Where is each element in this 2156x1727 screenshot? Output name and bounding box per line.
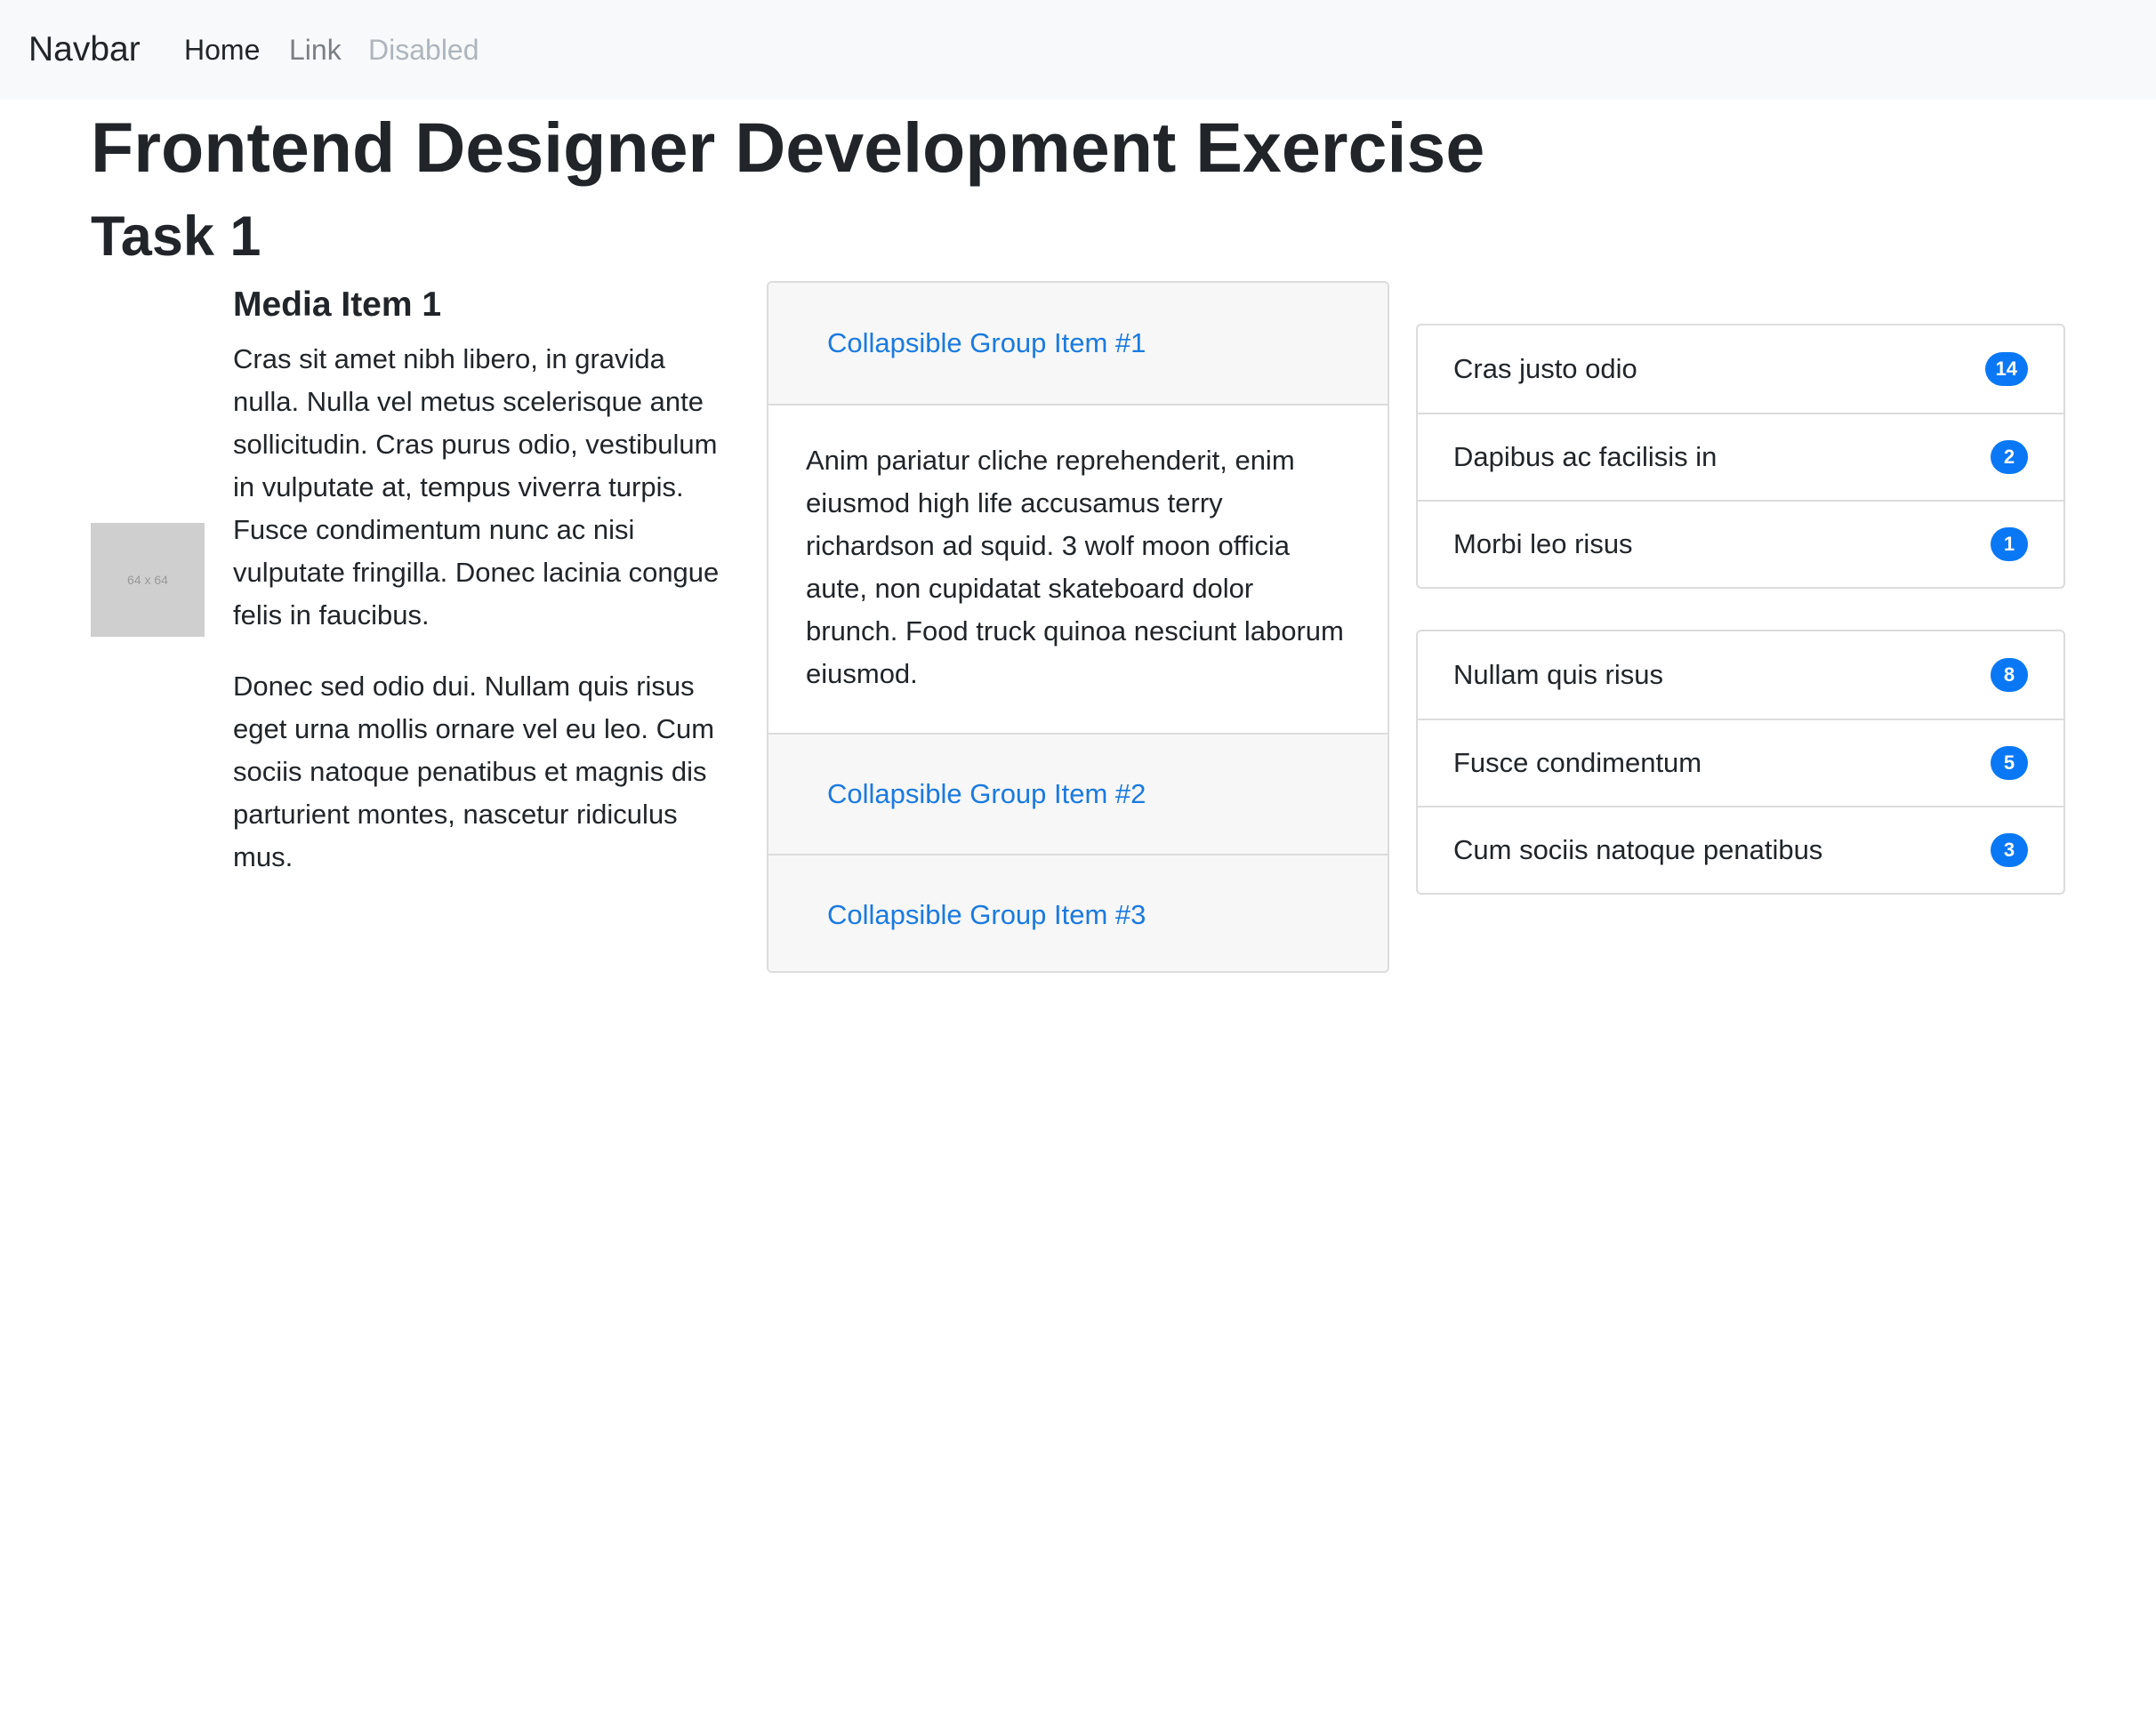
accordion-header-2[interactable]: Collapsible Group Item #2 [768, 733, 1388, 854]
accordion-toggle-link-1[interactable]: Collapsible Group Item #1 [827, 327, 1146, 359]
list-item: Morbi leo risus 1 [1418, 500, 2063, 587]
accordion-toggle-link-2[interactable]: Collapsible Group Item #2 [827, 778, 1146, 810]
media-paragraph: Donec sed odio dui. Nullam quis risus eg… [233, 671, 715, 872]
list-item-label: Cras justo odio [1453, 353, 1637, 384]
list-item: Cum sociis natoque penatibus 3 [1418, 806, 2063, 893]
accordion-body-1: Anim pariatur cliche reprehenderit, enim… [768, 404, 1388, 733]
media-paragraph: Cras sit amet nibh libero, in gravida nu… [233, 343, 720, 631]
count-badge: 3 [1991, 833, 2028, 867]
accordion-header-1[interactable]: Collapsible Group Item #1 [768, 283, 1388, 404]
task-title: Task 1 [91, 205, 261, 268]
page-title: Frontend Designer Development Exercise [91, 108, 1485, 187]
count-badge: 5 [1991, 746, 2028, 780]
list-item: Nullam quis risus 8 [1418, 631, 2063, 719]
count-badge: 2 [1991, 440, 2028, 474]
accordion-toggle-link-3[interactable]: Collapsible Group Item #3 [827, 899, 1146, 931]
list-group-2: Nullam quis risus 8 Fusce condimentum 5 … [1416, 630, 2065, 895]
list-item-label: Cum sociis natoque penatibus [1453, 834, 1823, 865]
navbar-brand[interactable]: Navbar [28, 27, 141, 73]
list-group-1: Cras justo odio 14 Dapibus ac facilisis … [1416, 324, 2065, 589]
count-badge: 14 [1984, 352, 2028, 386]
media-thumbnail-image: 64 x 64 [91, 523, 205, 637]
list-item-label: Fusce condimentum [1453, 747, 1702, 778]
list-item: Dapibus ac facilisis in 2 [1418, 413, 2063, 500]
nav-link-home[interactable]: Home [184, 29, 260, 70]
media-thumbnail-label: 64 x 64 [127, 573, 168, 587]
nav-link-disabled: Disabled [368, 34, 479, 66]
list-item-label: Morbi leo risus [1453, 528, 1633, 559]
accordion: Collapsible Group Item #1 Anim pariatur … [767, 281, 1389, 973]
media-title: Media Item 1 [233, 285, 442, 324]
nav-link-link[interactable]: Link [289, 29, 342, 70]
list-item: Fusce condimentum 5 [1418, 719, 2063, 806]
list-item-label: Nullam quis risus [1453, 659, 1664, 690]
navbar: Navbar Home Link Disabled [0, 0, 2156, 100]
list-item-label: Dapibus ac facilisis in [1453, 441, 1718, 472]
count-badge: 1 [1991, 527, 2028, 561]
accordion-header-3[interactable]: Collapsible Group Item #3 [768, 854, 1388, 971]
list-item: Cras justo odio 14 [1418, 325, 2063, 413]
count-badge: 8 [1991, 658, 2028, 692]
media-body: Cras sit amet nibh libero, in gravida nu… [233, 338, 731, 907]
